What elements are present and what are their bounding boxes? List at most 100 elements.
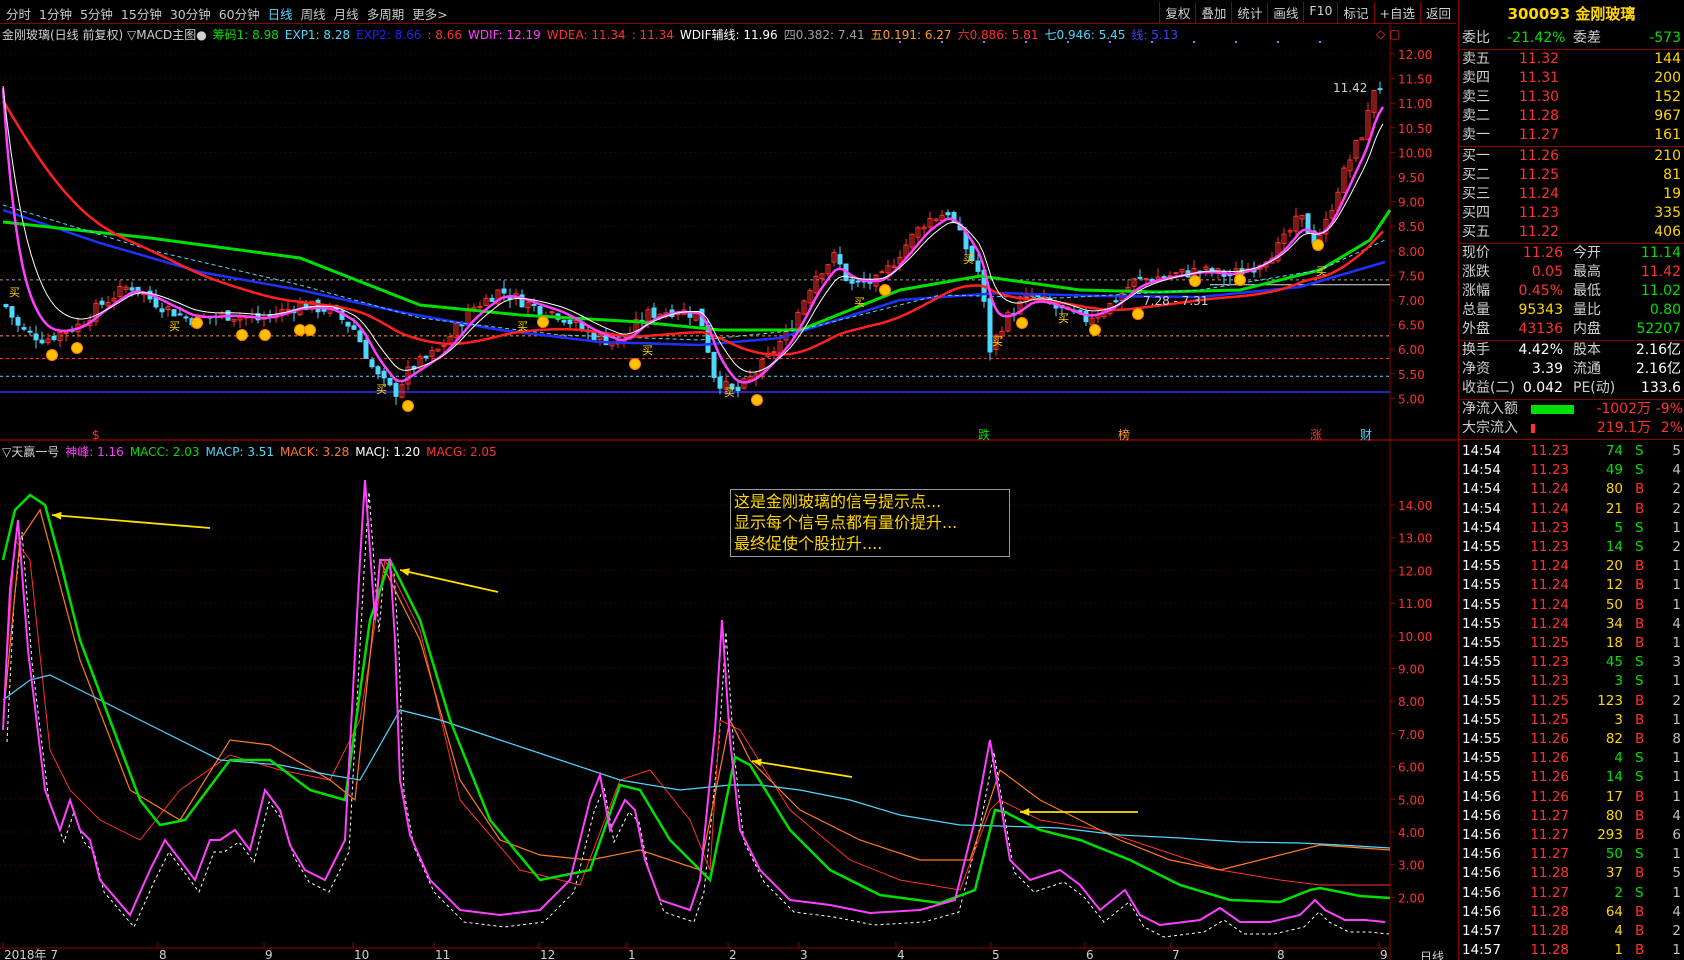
ask-price: 11.32 bbox=[1519, 51, 1560, 67]
buy-label: 买 bbox=[992, 335, 1003, 348]
sub-tick-label: 12.00 bbox=[1398, 564, 1432, 578]
arrow-line bbox=[51, 514, 211, 529]
stat-value: 133.6 bbox=[1640, 380, 1681, 396]
tick-row: 14:56 11.28 37 B 5 bbox=[1459, 864, 1684, 883]
legend-item: 金刚玻璃(日线 前复权) ▽MACD主图● bbox=[2, 28, 207, 42]
time-tick-label: 8 bbox=[1277, 948, 1285, 960]
legend-item: 五0.191: 6.27 bbox=[870, 28, 952, 42]
time-tick-label: 1 bbox=[628, 948, 636, 960]
tick-side: S bbox=[1635, 884, 1644, 901]
tick-time: 14:55 bbox=[1462, 596, 1501, 613]
tick-time: 14:55 bbox=[1462, 539, 1501, 555]
weibi-value: -21.42% bbox=[1507, 30, 1566, 46]
legend-item: MACG: 2.05 bbox=[426, 445, 497, 459]
tick-row: 14:55 11.25 18 B 1 bbox=[1459, 634, 1684, 653]
candle-body bbox=[651, 307, 657, 318]
tick-price: 11.24 bbox=[1530, 558, 1569, 575]
time-tick-label: 6 bbox=[1086, 948, 1094, 960]
tick-price: 11.27 bbox=[1530, 846, 1569, 863]
bid-price: 11.24 bbox=[1519, 186, 1560, 202]
arrow-head bbox=[400, 568, 410, 576]
legend-item: ▽天赢一号 bbox=[2, 445, 60, 459]
stat-label: 涨跌 bbox=[1462, 264, 1490, 280]
sub-tick-label: 14.00 bbox=[1398, 499, 1432, 513]
tick-price: 11.25 bbox=[1530, 635, 1569, 651]
price-tick-label: 7.50 bbox=[1398, 269, 1425, 283]
corner-icon: ◇ ▢ bbox=[1376, 27, 1400, 41]
legend-item: EXP2: 8.66 bbox=[356, 28, 422, 42]
price-tick-label: 10.50 bbox=[1398, 122, 1432, 136]
tick-time: 14:55 bbox=[1462, 692, 1501, 709]
tick-count: 1 bbox=[1672, 884, 1681, 901]
tick-volume: 82 bbox=[1605, 731, 1623, 747]
stat-value: 52207 bbox=[1636, 321, 1681, 337]
tick-side: B bbox=[1635, 481, 1645, 498]
tick-volume: 21 bbox=[1605, 500, 1623, 517]
stat-label: 外盘 bbox=[1462, 321, 1490, 337]
ask-label: 卖一 bbox=[1462, 127, 1490, 143]
candle-body bbox=[129, 287, 135, 291]
candle-body bbox=[531, 303, 537, 306]
tick-volume: 17 bbox=[1605, 788, 1623, 805]
legend-item: 筹码1: 8.98 bbox=[212, 28, 279, 42]
quote-row: 委比 -21.42% 委差 -573 bbox=[1459, 29, 1684, 48]
candle-body bbox=[159, 308, 165, 313]
price-tick-label: 8.50 bbox=[1398, 220, 1425, 234]
quote-row: 买三 11.24 19 bbox=[1459, 185, 1684, 204]
sub-tick-label: 3.00 bbox=[1398, 859, 1425, 873]
annotation-line: 这是金刚玻璃的信号提示点... bbox=[734, 492, 942, 511]
stat-value: 0.80 bbox=[1649, 302, 1681, 318]
buy-label: 买 bbox=[963, 253, 974, 266]
chart-canvas[interactable]: 12.0011.5011.0010.5010.009.509.008.508.0… bbox=[0, 0, 1458, 960]
top-dot bbox=[1276, 40, 1280, 44]
candle-body bbox=[363, 339, 369, 359]
weibi-label: 委比 bbox=[1462, 30, 1490, 46]
tick-price: 11.23 bbox=[1530, 443, 1569, 459]
sub-line-macj bbox=[6, 491, 1390, 938]
tick-count: 4 bbox=[1672, 615, 1681, 632]
candle-body bbox=[489, 297, 495, 303]
tick-row: 14:56 11.26 17 B 1 bbox=[1459, 788, 1684, 807]
tick-time: 14:54 bbox=[1462, 519, 1501, 536]
tick-price: 11.25 bbox=[1530, 692, 1569, 709]
quote-row: 买一 11.26 210 bbox=[1459, 147, 1684, 166]
tick-count: 2 bbox=[1672, 500, 1681, 517]
tick-volume: 49 bbox=[1605, 462, 1623, 479]
annotation-line: 显示每个信号点都有量价提升... bbox=[734, 513, 958, 532]
tick-side: S bbox=[1635, 539, 1644, 555]
time-tick-label: 2018年 7 bbox=[4, 948, 58, 960]
legend-item: 七0.946: 5.45 bbox=[1044, 28, 1126, 42]
tick-time: 14:56 bbox=[1462, 884, 1501, 901]
legend-item: MACJ: 1.20 bbox=[355, 445, 421, 459]
buy-signal-marker bbox=[1089, 324, 1101, 336]
quote-row: 总量 95343 量比 0.80 bbox=[1459, 301, 1684, 320]
stat-label: 涨幅 bbox=[1462, 283, 1490, 299]
tick-side: B bbox=[1635, 692, 1645, 709]
buy-signal-marker bbox=[294, 324, 306, 336]
tick-price: 11.28 bbox=[1530, 903, 1569, 920]
candle-body bbox=[735, 386, 741, 391]
buy-signal-marker bbox=[1016, 317, 1028, 329]
tick-time: 14:56 bbox=[1462, 807, 1501, 824]
candle-body bbox=[1113, 300, 1119, 303]
quote-row: 涨幅 0.45% 最低 11.02 bbox=[1459, 282, 1684, 301]
flow-label: 大宗流入 bbox=[1462, 420, 1518, 436]
tick-side: B bbox=[1635, 807, 1645, 824]
candle-body bbox=[351, 325, 357, 330]
arrow-head bbox=[1020, 808, 1030, 816]
bid-volume: 81 bbox=[1663, 167, 1681, 183]
candle-body bbox=[501, 288, 507, 294]
tick-time: 14:56 bbox=[1462, 865, 1501, 882]
stat-value: 2.16亿 bbox=[1635, 342, 1681, 358]
tick-row: 14:56 11.27 80 B 4 bbox=[1459, 807, 1684, 826]
quote-panel: 委比 -21.42% 委差 -573 卖五 11.32 144 卖四 11.31 200 卖三 11.… bbox=[1458, 28, 1684, 960]
tick-side: S bbox=[1635, 519, 1644, 536]
buy-signal-marker bbox=[1132, 308, 1144, 320]
tick-row: 14:55 11.25 3 B 1 bbox=[1459, 711, 1684, 730]
legend-item: 六0.886: 5.81 bbox=[957, 28, 1039, 42]
tick-price: 11.27 bbox=[1530, 807, 1569, 824]
tick-count: 2 bbox=[1672, 692, 1681, 709]
buy-label: 买 bbox=[169, 320, 180, 333]
stat-value: 11.42 bbox=[1640, 264, 1681, 280]
tick-side: S bbox=[1635, 654, 1644, 671]
